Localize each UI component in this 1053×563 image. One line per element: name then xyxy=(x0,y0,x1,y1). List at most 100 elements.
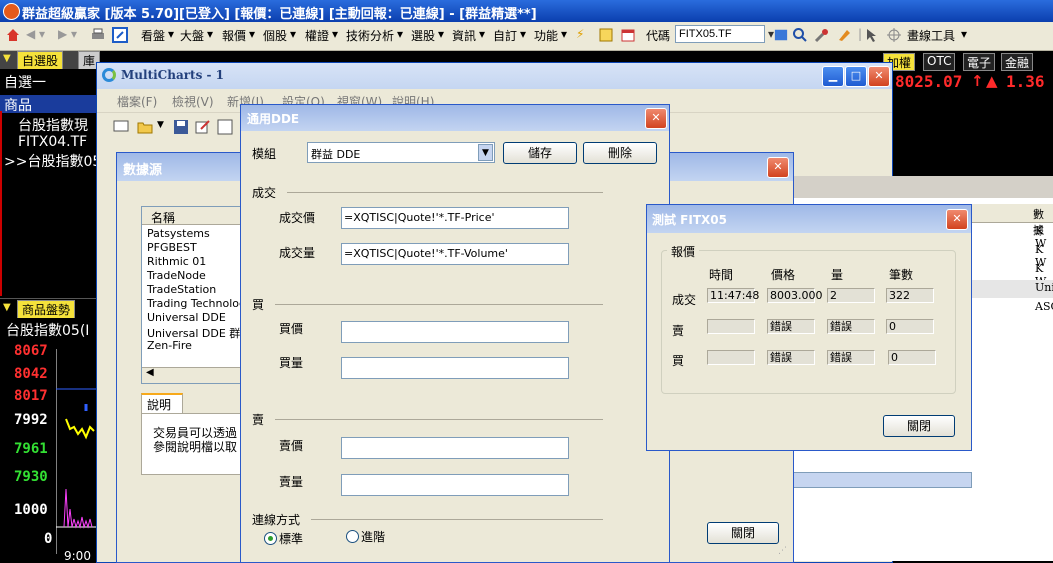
section-trade: 成交 xyxy=(252,186,277,200)
scroll-left-icon[interactable]: ◀ xyxy=(146,367,154,378)
pointer-icon[interactable] xyxy=(864,27,880,43)
watchlist-item[interactable]: >>台股指數05 xyxy=(4,151,101,171)
header-qty: 量 xyxy=(831,268,844,282)
home-icon[interactable] xyxy=(5,27,21,43)
back-icon[interactable]: ◀ ▾ xyxy=(26,27,45,41)
radio-advanced[interactable] xyxy=(346,530,359,543)
test-title-bar: 測試 FITX05 ✕ xyxy=(647,205,971,233)
draw-tool-dropdown-icon[interactable]: ▾ xyxy=(961,27,967,41)
buy-price-field[interactable] xyxy=(341,321,569,343)
price-label: 8017 xyxy=(14,388,48,404)
menu-dropdown-icon[interactable]: ▾ xyxy=(207,27,213,41)
menu-quote[interactable]: 報價 xyxy=(222,27,246,44)
open-folder-icon[interactable] xyxy=(137,119,153,135)
maximize-button[interactable]: □ xyxy=(845,66,867,87)
grid-scrollbar[interactable] xyxy=(792,472,972,488)
draw-tool-menu[interactable]: 畫線工具 xyxy=(907,27,955,44)
tab-finance[interactable]: 金融 xyxy=(1001,53,1034,71)
tab-electronics[interactable]: 電子 xyxy=(963,53,996,71)
tab-watchlist[interactable]: 自選股 xyxy=(17,51,64,69)
delete-button[interactable]: 刪除 xyxy=(583,142,657,164)
menu-info[interactable]: 資訊 xyxy=(452,27,476,44)
menu-stock[interactable]: 個股 xyxy=(263,27,287,44)
calendar-icon[interactable] xyxy=(620,27,636,43)
trade-price-field[interactable]: =XQTISC|Quote!'*.TF-Price' xyxy=(341,207,569,229)
sell-volume-field[interactable] xyxy=(341,474,569,496)
sell-price-label: 賣價 xyxy=(279,439,304,453)
list-column-header[interactable]: 名稱 xyxy=(151,209,175,226)
tab-market-trend[interactable]: 商品盤勢 xyxy=(17,300,76,318)
close-button[interactable]: ✕ xyxy=(767,157,789,178)
tab-otc[interactable]: OTC xyxy=(923,53,956,71)
close-button[interactable]: ✕ xyxy=(946,209,968,230)
chart-icon[interactable] xyxy=(217,119,233,135)
note-icon[interactable] xyxy=(598,27,614,43)
menu-dropdown-icon[interactable]: ▾ xyxy=(332,27,338,41)
close-button[interactable]: ✕ xyxy=(645,108,667,129)
search-icon[interactable] xyxy=(792,27,808,43)
menu-screener[interactable]: 選股 xyxy=(411,27,435,44)
list-item[interactable]: Rithmic 01 xyxy=(147,255,206,268)
buy-count: 0 xyxy=(888,350,936,365)
horizontal-scrollbar[interactable] xyxy=(142,367,240,383)
menu-dropdown-icon[interactable]: ▾ xyxy=(520,27,526,41)
stamp-icon[interactable] xyxy=(836,27,852,43)
menu-custom[interactable]: 自訂 xyxy=(493,27,517,44)
save-button[interactable]: 儲存 xyxy=(503,142,577,164)
description-text: 參閱說明檔以取 xyxy=(153,440,238,454)
menu-view[interactable]: 檢視(V) xyxy=(172,93,214,110)
code-input[interactable] xyxy=(675,25,765,43)
radio-standard-label: 標準 xyxy=(279,532,304,546)
close-button[interactable]: ✕ xyxy=(868,66,890,87)
tab-dropdown-icon[interactable]: ▼ xyxy=(3,53,11,64)
list-item[interactable]: Zen-Fire xyxy=(147,339,192,352)
crosshair-icon[interactable] xyxy=(886,27,902,43)
module-select[interactable]: 群益 DDE xyxy=(307,142,495,163)
list-item[interactable]: PFGBEST xyxy=(147,241,197,254)
menu-dropdown-icon[interactable]: ▾ xyxy=(168,27,174,41)
menu-market[interactable]: 大盤 xyxy=(180,27,204,44)
menu-technical[interactable]: 技術分析 xyxy=(346,27,394,44)
app-title-bar: 群益超級贏家 [版本 5.70][已登入] [報價：已連線] [主動回報：已連線… xyxy=(0,0,1053,22)
chevron-down-icon[interactable]: ▼ xyxy=(478,144,493,161)
trade-volume-field[interactable]: =XQTISC|Quote!'*.TF-Volume' xyxy=(341,243,569,265)
code-search-icon[interactable] xyxy=(774,27,788,43)
save-icon[interactable] xyxy=(173,119,189,135)
tab-dropdown-icon[interactable]: ▼ xyxy=(3,302,11,313)
close-button[interactable]: 關閉 xyxy=(883,415,955,437)
menu-dropdown-icon[interactable]: ▾ xyxy=(290,27,296,41)
menu-dropdown-icon[interactable]: ▾ xyxy=(397,27,403,41)
menu-dropdown-icon[interactable]: ▾ xyxy=(438,27,444,41)
menu-watch[interactable]: 看盤 xyxy=(141,27,165,44)
watchlist-item[interactable]: 台股指數現 xyxy=(18,115,88,135)
buy-volume-field[interactable] xyxy=(341,357,569,379)
edit-icon[interactable] xyxy=(195,119,211,135)
data-source-list[interactable]: 名稱 Patsystems PFGBEST Rithmic 01 TradeNo… xyxy=(141,206,256,384)
minimize-button[interactable]: ▁ xyxy=(822,66,844,87)
list-item[interactable]: Universal DDE xyxy=(147,311,226,324)
watchlist-panel: ▼ 自選股 庫 自選一 商品 台股指數現 FITX04.TF >>台股指數05 xyxy=(0,51,101,296)
chat-icon[interactable] xyxy=(113,119,129,135)
list-item[interactable]: Patsystems xyxy=(147,227,210,240)
watchlist-group-name[interactable]: 自選一 xyxy=(4,72,46,92)
resize-grip-icon[interactable]: ⋰ xyxy=(778,546,787,556)
close-button[interactable]: 關閉 xyxy=(707,522,779,544)
print-icon[interactable] xyxy=(90,27,106,43)
menu-function[interactable]: 功能 xyxy=(534,27,558,44)
forward-icon[interactable]: ▶ ▾ xyxy=(58,27,77,41)
section-sell: 賣 xyxy=(252,413,265,427)
popup-icon[interactable] xyxy=(112,27,128,43)
menu-dropdown-icon[interactable]: ▾ xyxy=(561,27,567,41)
lightning-icon[interactable]: ⚡ xyxy=(576,27,584,41)
menu-dropdown-icon[interactable]: ▾ xyxy=(479,27,485,41)
menu-dropdown-icon[interactable]: ▾ xyxy=(249,27,255,41)
list-item[interactable]: TradeStation xyxy=(147,283,216,296)
radio-standard[interactable] xyxy=(264,532,277,545)
list-item[interactable]: TradeNode xyxy=(147,269,206,282)
menu-warrant[interactable]: 權證 xyxy=(305,27,329,44)
watchlist-item[interactable]: FITX04.TF xyxy=(18,134,87,150)
menu-file[interactable]: 檔案(F) xyxy=(117,93,157,110)
sell-price-field[interactable] xyxy=(341,437,569,459)
tools-icon[interactable] xyxy=(814,27,830,43)
dropdown-icon[interactable]: ▼ xyxy=(157,120,164,130)
